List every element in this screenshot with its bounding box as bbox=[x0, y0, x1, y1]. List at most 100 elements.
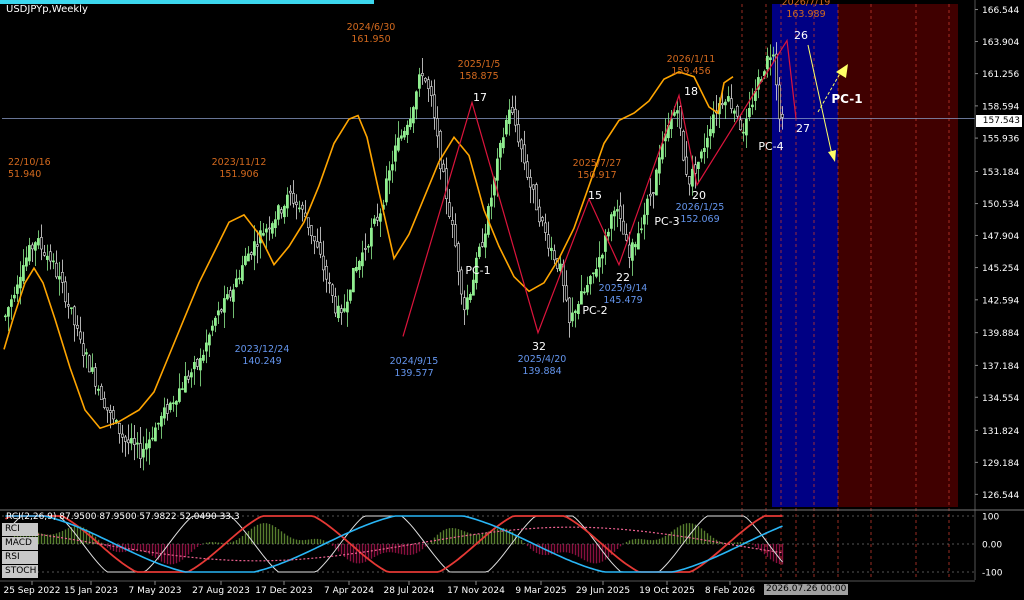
candle-body bbox=[163, 407, 166, 419]
candle-body bbox=[187, 375, 190, 380]
candle-body bbox=[220, 309, 223, 312]
candle-body bbox=[696, 161, 700, 170]
candle-body bbox=[330, 284, 334, 296]
candle-body bbox=[348, 289, 352, 301]
candle-body bbox=[741, 131, 745, 134]
candle-body bbox=[480, 242, 484, 247]
indicator-tabs: RCI MACD RSI STOCH bbox=[2, 523, 38, 579]
candle-body bbox=[639, 228, 643, 231]
candle-body bbox=[558, 263, 562, 272]
time-cursor-badge: 2026.07.26 00:00 bbox=[764, 584, 849, 595]
candle-body bbox=[73, 306, 76, 326]
annotation-value: 150.917 bbox=[577, 170, 616, 181]
candle-body bbox=[477, 246, 481, 257]
candle-body bbox=[39, 237, 43, 250]
candle-body bbox=[226, 294, 229, 300]
candle-body bbox=[88, 355, 91, 373]
time-tick-label: 29 Jun 2025 bbox=[576, 586, 630, 596]
candle-body bbox=[211, 325, 214, 331]
candle-body bbox=[100, 385, 103, 400]
candle-body bbox=[651, 192, 655, 194]
time-tick-label: 27 Aug 2023 bbox=[192, 586, 250, 596]
candle-body bbox=[459, 269, 463, 295]
candle-body bbox=[235, 278, 238, 288]
tab-rsi[interactable]: RSI bbox=[2, 551, 38, 564]
candle-body bbox=[142, 448, 145, 458]
candle-body bbox=[282, 205, 286, 218]
annotation-value: 163.989 bbox=[786, 9, 825, 20]
candle-body bbox=[232, 289, 235, 302]
candle-body bbox=[291, 193, 295, 204]
candle-body bbox=[549, 247, 553, 251]
candle-body bbox=[97, 388, 100, 391]
candle-body bbox=[36, 238, 40, 246]
candle-body bbox=[465, 297, 469, 310]
price-tick-label: 158.594 bbox=[982, 102, 1019, 112]
tab-rci[interactable]: RCI bbox=[2, 523, 38, 536]
candle-body bbox=[645, 198, 649, 215]
candle-body bbox=[615, 209, 619, 212]
forecast-zones bbox=[741, 4, 958, 580]
annotation-date: 2026/1/25 bbox=[676, 202, 725, 213]
forecast-zone-red bbox=[838, 4, 958, 507]
candle-body bbox=[33, 242, 37, 251]
candle-body bbox=[51, 260, 55, 263]
candle-body bbox=[765, 55, 769, 70]
annotation-value: 151.906 bbox=[219, 169, 258, 180]
wave-number: 26 bbox=[794, 29, 808, 42]
candle-body bbox=[45, 255, 49, 260]
price-chart[interactable]: 2024/6/30161.950 2025/1/5158.875 2026/1/11… bbox=[0, 0, 1024, 600]
pc-label: PC-1 bbox=[465, 264, 490, 277]
candle-body bbox=[124, 436, 127, 442]
candle-body bbox=[594, 269, 598, 277]
wave-number: 17 bbox=[473, 91, 487, 104]
price-tick-label: 134.554 bbox=[982, 394, 1019, 404]
candle-body bbox=[366, 245, 370, 248]
tab-macd[interactable]: MACD bbox=[2, 537, 38, 550]
candle-body bbox=[15, 284, 19, 294]
candle-body bbox=[546, 234, 550, 249]
tab-stoch[interactable]: STOCH bbox=[2, 565, 38, 578]
candle-body bbox=[270, 223, 274, 234]
candle-body bbox=[420, 73, 424, 77]
candle-body bbox=[375, 216, 379, 221]
price-tick-label: 163.904 bbox=[982, 38, 1019, 48]
candle-body bbox=[309, 225, 313, 236]
candle-body bbox=[297, 207, 301, 210]
candle-body bbox=[273, 219, 277, 229]
candle-body bbox=[54, 262, 58, 278]
candle-body bbox=[133, 438, 136, 445]
candle-body bbox=[85, 352, 88, 355]
candle-body bbox=[738, 119, 742, 131]
candle-body bbox=[130, 438, 133, 444]
price-tick-label: 150.534 bbox=[982, 200, 1019, 210]
candle-body bbox=[426, 79, 430, 89]
pc-label: PC-2 bbox=[582, 304, 607, 317]
candle-body bbox=[489, 197, 493, 207]
candle-body bbox=[498, 142, 502, 158]
candle-body bbox=[94, 367, 97, 387]
candle-body bbox=[342, 308, 346, 312]
annotation-value: 139.577 bbox=[394, 368, 433, 379]
candle-body bbox=[525, 161, 529, 178]
candle-body bbox=[184, 376, 187, 393]
candle-body bbox=[648, 193, 652, 197]
candle-body bbox=[190, 372, 193, 378]
candle-body bbox=[537, 206, 541, 223]
candle-body bbox=[333, 296, 337, 314]
annotation-date: 2024/6/30 bbox=[347, 22, 396, 33]
candle-body bbox=[306, 217, 310, 229]
annotation-value: 140.249 bbox=[242, 356, 281, 367]
price-tick-label: 153.184 bbox=[982, 168, 1019, 178]
candle-body bbox=[118, 422, 121, 434]
candle-body bbox=[103, 398, 106, 408]
candle-body bbox=[576, 304, 580, 315]
candle-body bbox=[70, 307, 73, 309]
annotation-value: 158.875 bbox=[459, 71, 498, 82]
candle-body bbox=[522, 144, 526, 164]
candle-body bbox=[175, 400, 178, 405]
time-tick-label: 17 Nov 2024 bbox=[447, 586, 505, 596]
candle-body bbox=[543, 222, 547, 233]
candle-body bbox=[267, 227, 271, 230]
time-tick-label: 7 May 2023 bbox=[129, 586, 182, 596]
